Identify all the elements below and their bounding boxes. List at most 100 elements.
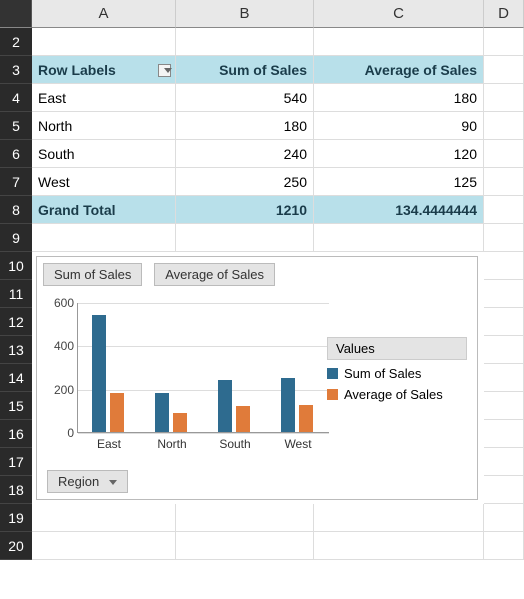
legend-label: Average of Sales <box>344 387 443 402</box>
row-header[interactable]: 15 <box>0 392 32 420</box>
col-header-A[interactable]: A <box>32 0 176 28</box>
cell[interactable] <box>484 308 524 336</box>
cell[interactable] <box>314 224 484 252</box>
chart-bar <box>281 378 295 432</box>
cell[interactable] <box>32 28 176 56</box>
cell[interactable] <box>484 168 524 196</box>
chart-filter-region[interactable]: Region <box>47 470 128 493</box>
cell[interactable] <box>484 196 524 224</box>
pivot-value[interactable]: 90 <box>314 112 484 140</box>
pivot-row-label[interactable]: South <box>32 140 176 168</box>
chart-y-tick: 400 <box>44 339 74 353</box>
pivot-value[interactable]: 180 <box>314 84 484 112</box>
col-header-D[interactable]: D <box>484 0 524 28</box>
cell[interactable] <box>484 364 524 392</box>
row-header[interactable]: 12 <box>0 308 32 336</box>
pivot-value[interactable]: 125 <box>314 168 484 196</box>
row-header[interactable]: 5 <box>0 112 32 140</box>
pivot-grand-total-label[interactable]: Grand Total <box>32 196 176 224</box>
chart-bar <box>110 393 124 432</box>
chart-legend: Values Sum of Sales Average of Sales <box>327 337 467 408</box>
chart-bar <box>236 406 250 432</box>
pivot-col-header[interactable]: Average of Sales <box>314 56 484 84</box>
pivot-col-header[interactable]: Sum of Sales <box>176 56 314 84</box>
cell[interactable] <box>32 504 176 532</box>
pivot-value[interactable]: 120 <box>314 140 484 168</box>
cell[interactable] <box>484 392 524 420</box>
chart-gridline <box>78 303 329 304</box>
row-header[interactable]: 4 <box>0 84 32 112</box>
legend-item: Average of Sales <box>327 387 467 402</box>
pivot-grand-total-value[interactable]: 1210 <box>176 196 314 224</box>
select-all-corner[interactable] <box>0 0 32 28</box>
cell[interactable] <box>176 224 314 252</box>
field-button-avg[interactable]: Average of Sales <box>154 263 275 286</box>
legend-item: Sum of Sales <box>327 366 467 381</box>
col-header-B[interactable]: B <box>176 0 314 28</box>
cell[interactable] <box>176 532 314 560</box>
cell[interactable] <box>176 28 314 56</box>
pivot-value[interactable]: 180 <box>176 112 314 140</box>
cell[interactable] <box>484 112 524 140</box>
legend-swatch-s1 <box>327 389 338 400</box>
pivot-grand-total-value[interactable]: 134.4444444 <box>314 196 484 224</box>
cell[interactable] <box>484 84 524 112</box>
cell[interactable] <box>484 56 524 84</box>
cell[interactable] <box>484 140 524 168</box>
row-header[interactable]: 9 <box>0 224 32 252</box>
cell[interactable] <box>314 504 484 532</box>
cell[interactable] <box>484 28 524 56</box>
chart-bar <box>155 393 169 432</box>
row-header[interactable]: 11 <box>0 280 32 308</box>
cell[interactable] <box>32 224 176 252</box>
legend-label: Sum of Sales <box>344 366 421 381</box>
col-header-C[interactable]: C <box>314 0 484 28</box>
row-header[interactable]: 8 <box>0 196 32 224</box>
row-header[interactable]: 6 <box>0 140 32 168</box>
row-header[interactable]: 17 <box>0 448 32 476</box>
pivot-row-label[interactable]: East <box>32 84 176 112</box>
cell[interactable] <box>484 224 524 252</box>
cell[interactable] <box>484 336 524 364</box>
row-header[interactable]: 10 <box>0 252 32 280</box>
chart-gridline <box>78 346 329 347</box>
row-header[interactable]: 2 <box>0 28 32 56</box>
legend-title: Values <box>327 337 467 360</box>
chart-bar <box>173 413 187 433</box>
field-button-sum[interactable]: Sum of Sales <box>43 263 142 286</box>
chart-y-tick: 600 <box>44 296 74 310</box>
cell[interactable] <box>484 476 524 504</box>
cell[interactable] <box>484 504 524 532</box>
chart-y-tick: 0 <box>44 426 74 440</box>
cell[interactable] <box>484 532 524 560</box>
pivot-chart[interactable]: Sum of Sales Average of Sales 0200400600… <box>32 252 484 504</box>
pivot-value[interactable]: 250 <box>176 168 314 196</box>
row-header[interactable]: 7 <box>0 168 32 196</box>
row-header[interactable]: 13 <box>0 336 32 364</box>
row-header[interactable]: 18 <box>0 476 32 504</box>
chart-gridline <box>78 433 329 434</box>
cell[interactable] <box>484 252 524 280</box>
cell[interactable] <box>484 448 524 476</box>
chart-bar <box>299 405 313 432</box>
row-header[interactable]: 3 <box>0 56 32 84</box>
pivot-value[interactable]: 540 <box>176 84 314 112</box>
row-header[interactable]: 14 <box>0 364 32 392</box>
pivot-row-labels-header[interactable]: Row Labels <box>32 56 176 84</box>
chart-plot-area: 0200400600 <box>77 303 329 433</box>
pivot-value[interactable]: 240 <box>176 140 314 168</box>
row-labels-dropdown-icon[interactable] <box>158 64 171 77</box>
pivot-row-label[interactable]: West <box>32 168 176 196</box>
cell[interactable] <box>32 532 176 560</box>
row-header[interactable]: 16 <box>0 420 32 448</box>
cell[interactable] <box>176 504 314 532</box>
cell[interactable] <box>484 420 524 448</box>
row-header[interactable]: 20 <box>0 532 32 560</box>
chart-x-tick: East <box>79 437 139 451</box>
cell[interactable] <box>484 280 524 308</box>
cell[interactable] <box>314 532 484 560</box>
cell[interactable] <box>314 28 484 56</box>
row-header[interactable]: 19 <box>0 504 32 532</box>
pivot-row-label[interactable]: North <box>32 112 176 140</box>
chart-bar <box>218 380 232 432</box>
